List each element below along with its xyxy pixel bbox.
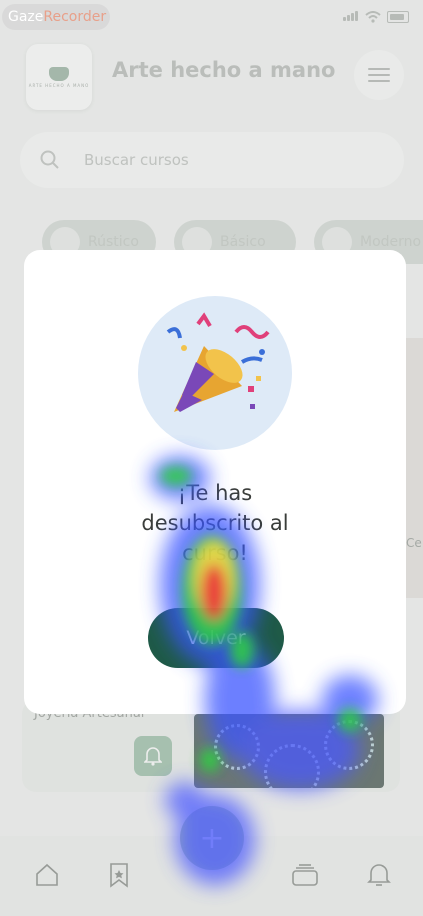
- party-popper-icon: [138, 296, 292, 450]
- unsubscribe-dialog: ¡Te has desubscrito al curso! Volver: [24, 250, 406, 714]
- back-button[interactable]: Volver: [148, 608, 284, 668]
- dialog-message: ¡Te has desubscrito al curso!: [141, 481, 289, 565]
- recorder-badge: GazeRecorder: [2, 4, 110, 30]
